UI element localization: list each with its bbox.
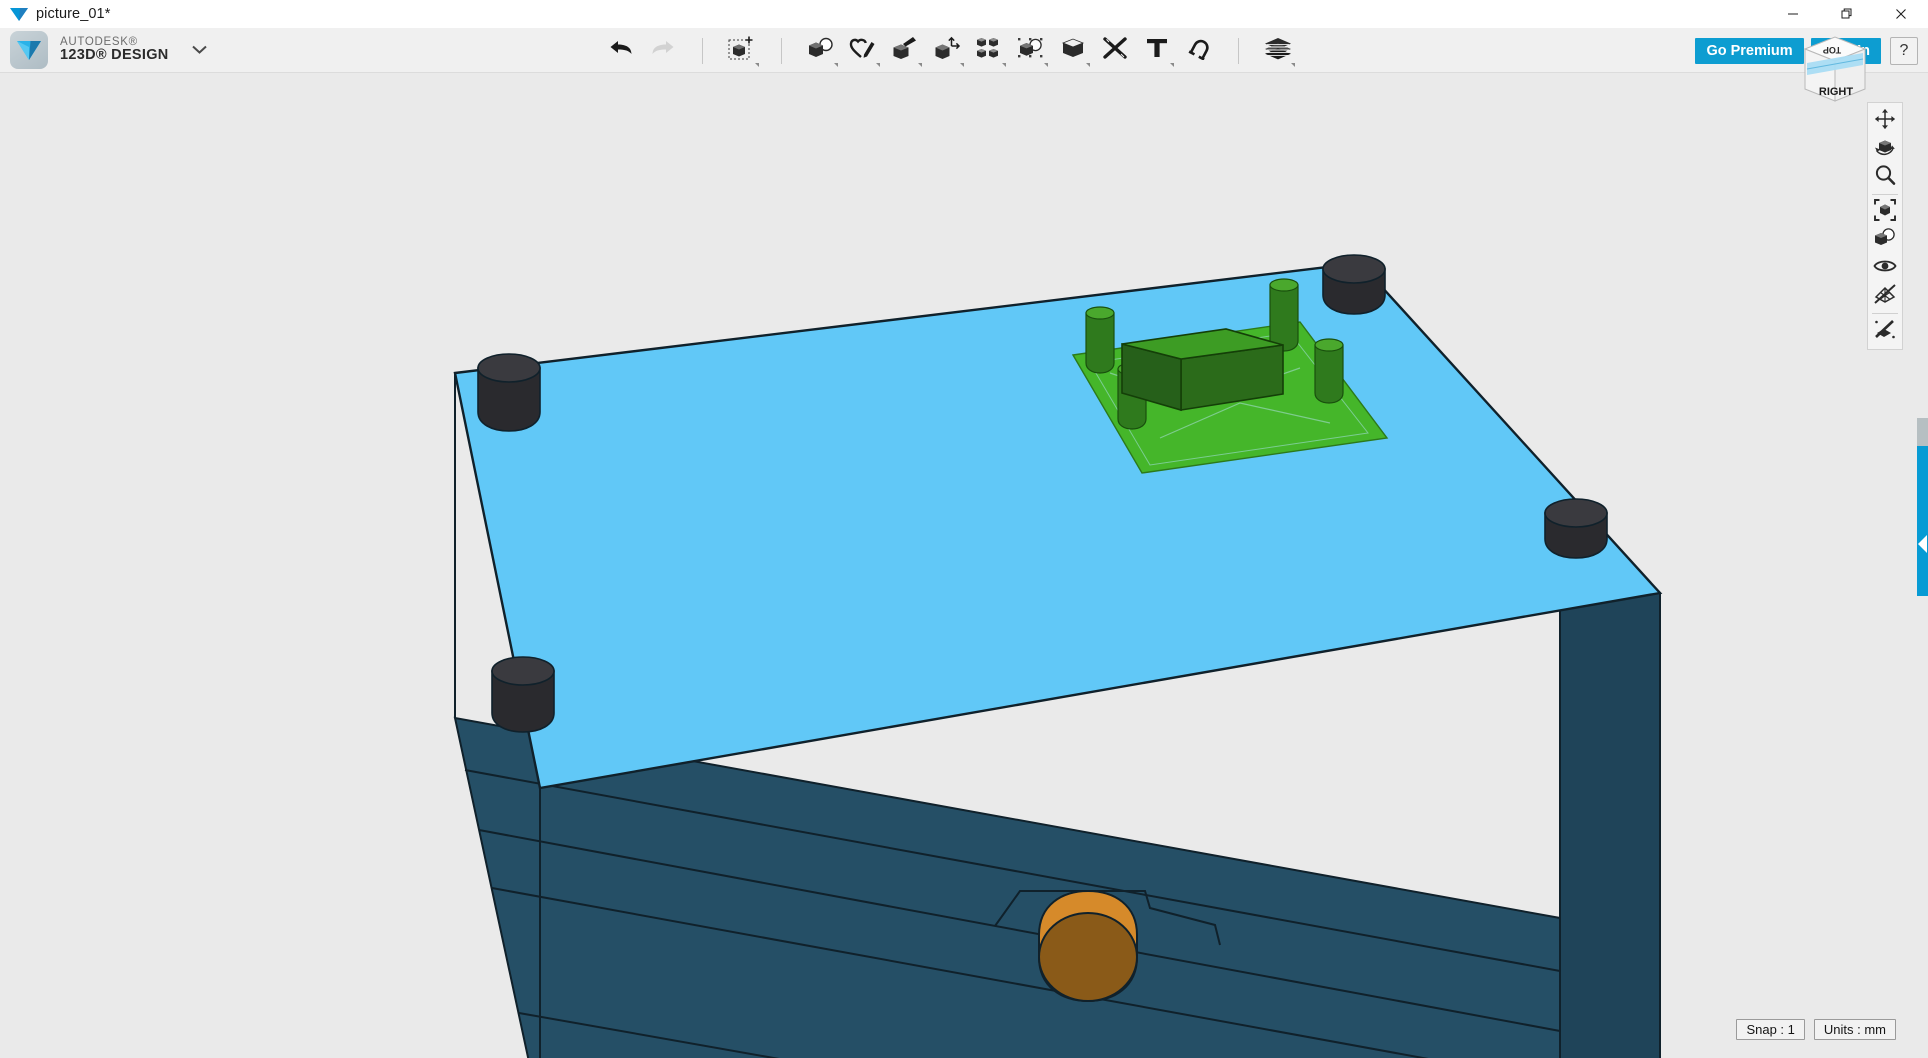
visibility-button[interactable]	[1869, 254, 1901, 282]
main-toolbar: AUTODESK® 123D® DESIGN	[0, 28, 1928, 73]
panel-collapse-handle[interactable]	[1917, 446, 1928, 596]
primitives-button[interactable]	[800, 31, 842, 71]
chevron-down-icon	[876, 63, 880, 67]
eye-icon	[1873, 257, 1897, 280]
toolbar-tool-group	[600, 28, 1299, 73]
close-button[interactable]	[1874, 0, 1928, 28]
panel-scroll-track[interactable]	[1917, 418, 1928, 446]
chevron-down-icon[interactable]	[191, 42, 208, 59]
four-arrows-pan-icon	[1874, 108, 1896, 135]
right-panel-edge	[1911, 73, 1928, 1058]
cube-select-icon	[1017, 35, 1045, 66]
layers-stack-icon	[1263, 36, 1293, 65]
chevron-down-icon	[1170, 63, 1174, 67]
chevron-down-icon	[1086, 63, 1090, 67]
material-button[interactable]	[1257, 31, 1299, 71]
redo-arrow-icon	[650, 38, 676, 63]
status-bar: Snap : 1 Units : mm	[1727, 1019, 1896, 1040]
snap-status[interactable]: Snap : 1	[1736, 1019, 1804, 1040]
view-cube-front-label: RIGHT	[1819, 86, 1854, 98]
magnifier-icon	[1874, 164, 1896, 191]
chevron-left-icon[interactable]	[1918, 535, 1927, 553]
standoff-bottom-left[interactable]	[492, 657, 554, 732]
toolbar-divider	[702, 38, 703, 64]
orbit-tool-button[interactable]	[1869, 135, 1901, 163]
grouping-button[interactable]	[1010, 31, 1052, 71]
chevron-down-icon	[1002, 63, 1006, 67]
pcb-chip[interactable]	[1122, 329, 1283, 410]
help-button[interactable]: ?	[1890, 37, 1918, 65]
transform-button[interactable]	[721, 31, 763, 71]
modify-button[interactable]	[926, 31, 968, 71]
chevron-down-icon	[1044, 63, 1048, 67]
display-mode-button[interactable]	[1869, 226, 1901, 254]
standoff-top-left[interactable]	[478, 354, 540, 431]
redo-button[interactable]	[642, 31, 684, 71]
section-plane-icon	[1873, 318, 1897, 345]
undo-arrow-icon	[608, 38, 634, 63]
view-navigation-bar	[1867, 102, 1903, 350]
brand-line-2: 123D® DESIGN	[60, 48, 169, 63]
zoom-tool-button[interactable]	[1869, 163, 1901, 191]
pcb-standoff-3[interactable]	[1270, 279, 1298, 351]
chevron-down-icon	[918, 63, 922, 67]
app-logo-icon	[10, 31, 48, 69]
cube-axis-icon	[933, 36, 961, 65]
model-3d-scene	[0, 73, 1911, 1058]
magnet-icon	[1186, 36, 1212, 65]
chevron-down-icon	[1291, 63, 1295, 67]
toolbar-divider	[781, 38, 782, 64]
undo-button[interactable]	[600, 31, 642, 71]
snap-button[interactable]	[1178, 31, 1220, 71]
chevron-down-icon	[755, 63, 759, 67]
toolbar-divider	[1238, 38, 1239, 64]
combine-button[interactable]	[1052, 31, 1094, 71]
standoff-bottom-right[interactable]	[1545, 499, 1607, 558]
enclosure-side-face	[1560, 586, 1660, 1058]
cube-extrude-icon	[891, 36, 919, 65]
four-cubes-icon	[976, 36, 1002, 65]
sketch-button[interactable]	[842, 31, 884, 71]
pan-tool-button[interactable]	[1869, 107, 1901, 135]
standoff-top-right[interactable]	[1323, 255, 1385, 314]
autodesk-logo-icon	[8, 5, 30, 23]
title-bar: picture_01*	[0, 0, 1928, 28]
pattern-button[interactable]	[968, 31, 1010, 71]
construct-button[interactable]	[884, 31, 926, 71]
text-button[interactable]	[1136, 31, 1178, 71]
enclosure-top-face	[455, 263, 1660, 788]
restore-button[interactable]	[1820, 0, 1874, 28]
cube-sphere-shade-icon	[1873, 227, 1897, 254]
grid-off-icon	[1873, 283, 1897, 310]
fit-to-window-icon	[1873, 198, 1897, 227]
navbar-divider	[1872, 194, 1898, 195]
minimize-button[interactable]	[1766, 0, 1820, 28]
cube-solid-icon	[1060, 36, 1086, 65]
chevron-down-icon	[960, 63, 964, 67]
front-connector[interactable]	[1039, 891, 1137, 1001]
app-brand[interactable]: AUTODESK® 123D® DESIGN	[10, 31, 208, 69]
chevron-down-icon	[834, 63, 838, 67]
ruler-pencil-icon	[1102, 36, 1128, 65]
cube-orbit-icon	[1873, 136, 1897, 163]
view-cube[interactable]: TOP RIGHT	[1787, 25, 1873, 111]
heart-pencil-icon	[849, 36, 877, 65]
navbar-divider	[1872, 313, 1898, 314]
view-cube-top-label: TOP	[1823, 45, 1841, 55]
app-brand-text: AUTODESK® 123D® DESIGN	[60, 36, 169, 63]
app-window: picture_01*	[0, 0, 1928, 1058]
cube-move-icon	[728, 35, 756, 66]
viewport-canvas[interactable]	[0, 73, 1911, 1058]
units-status[interactable]: Units : mm	[1814, 1019, 1896, 1040]
text-t-icon	[1145, 36, 1169, 65]
pcb-standoff-1[interactable]	[1086, 307, 1114, 373]
cube-sphere-icon	[807, 36, 835, 65]
measure-button[interactable]	[1094, 31, 1136, 71]
window-controls	[1766, 0, 1928, 28]
document-title: picture_01*	[36, 6, 110, 22]
pcb-standoff-4[interactable]	[1315, 339, 1343, 403]
fit-view-button[interactable]	[1869, 198, 1901, 226]
section-tool-button[interactable]	[1869, 317, 1901, 345]
grid-toggle-button[interactable]	[1869, 282, 1901, 310]
